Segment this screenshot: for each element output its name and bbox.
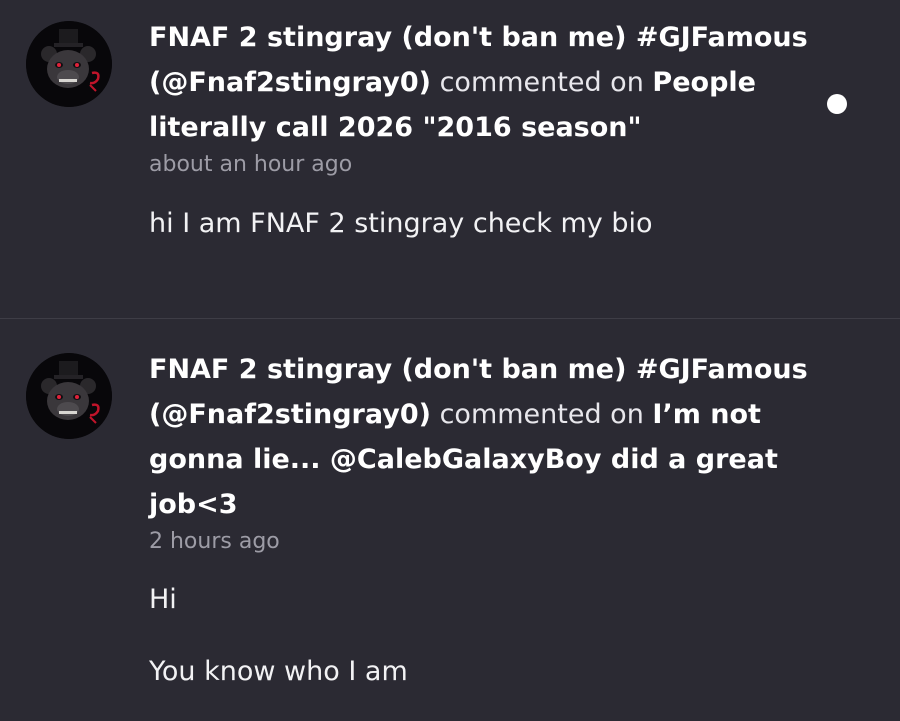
comment-body-line: Hi: [149, 584, 177, 615]
notification-feed: FNAF 2 stingray (don't ban me) #GJFamous…: [0, 0, 900, 721]
action-text: commented on: [439, 67, 644, 98]
fnaf-bear-avatar-icon: [26, 353, 112, 439]
action-text: commented on: [439, 399, 644, 430]
notification-item[interactable]: FNAF 2 stingray (don't ban me) #GJFamous…: [0, 319, 900, 721]
notification-item[interactable]: FNAF 2 stingray (don't ban me) #GJFamous…: [0, 0, 900, 319]
comment-body: hi I am FNAF 2 stingray check my bio: [149, 208, 653, 239]
timestamp: about an hour ago: [149, 152, 353, 177]
notification-header: FNAF 2 stingray (don't ban me) #GJFamous…: [149, 319, 809, 527]
fnaf-bear-avatar-icon: [26, 21, 112, 107]
avatar[interactable]: [26, 353, 112, 439]
comment-body-line: You know who I am: [149, 656, 408, 687]
unread-indicator: [827, 94, 847, 114]
timestamp: 2 hours ago: [149, 529, 280, 554]
notification-header: FNAF 2 stingray (don't ban me) #GJFamous…: [149, 0, 809, 150]
avatar[interactable]: [26, 21, 112, 107]
